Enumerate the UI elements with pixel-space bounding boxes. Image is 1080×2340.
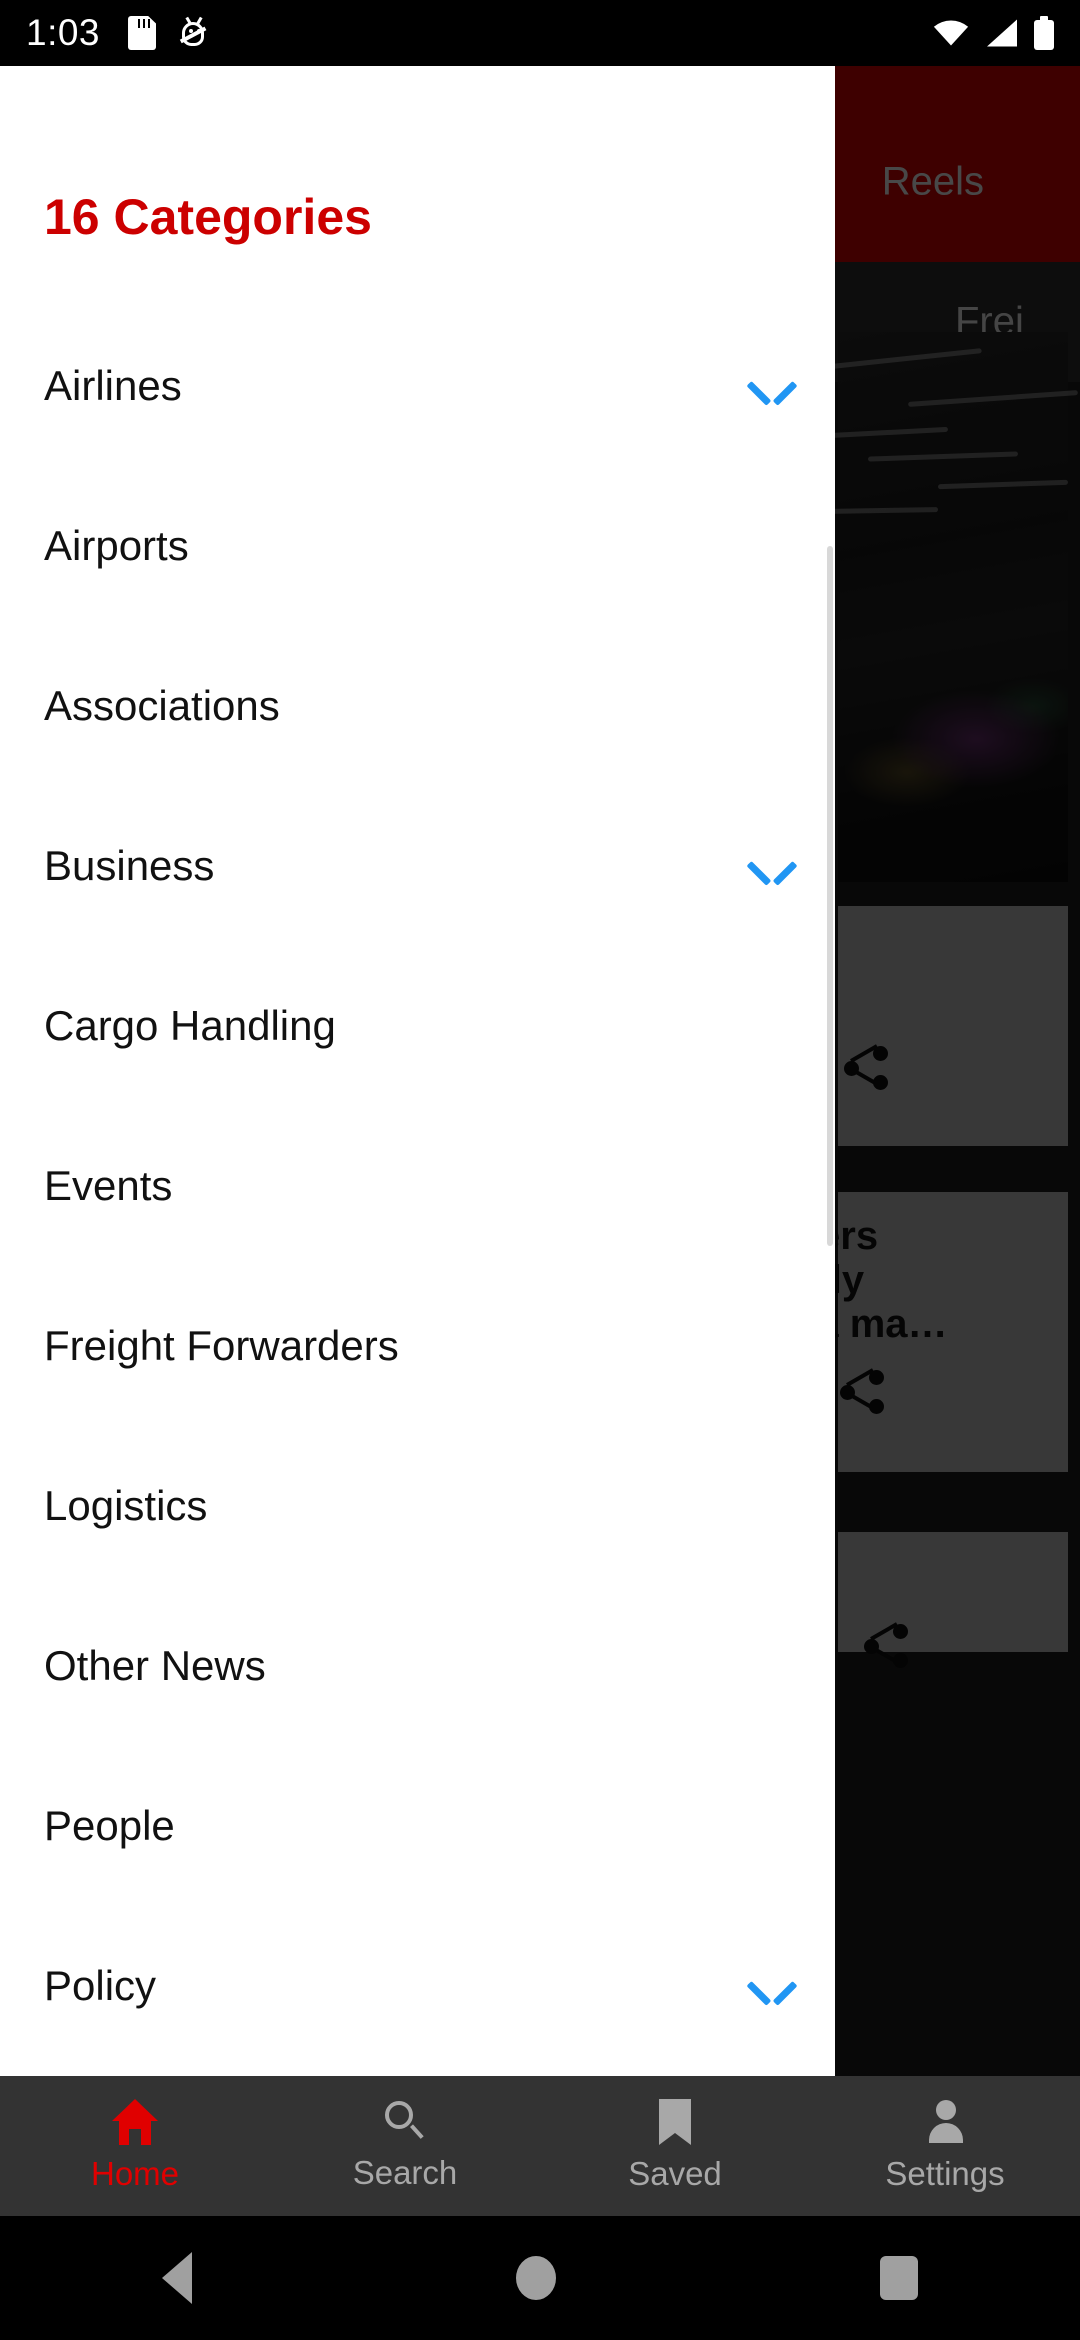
nav-item-search[interactable]: Search — [270, 2076, 540, 2216]
category-label: People — [44, 1802, 175, 1849]
category-label: Airlines — [44, 362, 182, 409]
category-item[interactable]: Business — [0, 786, 835, 946]
category-label: Freight Forwarders — [44, 1322, 399, 1369]
status-bar-right-icons — [932, 16, 1054, 50]
nav-label-home: Home — [90, 2155, 180, 2192]
bottom-navigation: Home Search Saved Settings — [0, 2076, 1080, 2216]
category-item[interactable]: Airlines — [0, 306, 835, 466]
category-label: Events — [44, 1162, 173, 1209]
home-icon — [112, 2099, 158, 2145]
wifi-icon — [933, 20, 969, 46]
category-label: Logistics — [44, 1482, 208, 1529]
nav-item-settings[interactable]: Settings — [810, 2076, 1080, 2216]
category-label: Policy — [44, 1962, 157, 2009]
category-label: Cargo Handling — [44, 1002, 336, 1049]
status-bar-clock: 1:03 — [26, 12, 101, 53]
category-item[interactable]: Other News — [0, 1586, 835, 1746]
chevron-down-icon[interactable] — [746, 371, 798, 406]
status-bar: 1:03 — [0, 0, 1080, 66]
category-item[interactable]: Freight Forwarders — [0, 1266, 835, 1426]
navigation-drawer: 16 Categories Airlines Airports Associatio… — [0, 66, 835, 2076]
chevron-down-icon[interactable] — [746, 1971, 798, 2006]
category-item[interactable]: Logistics — [0, 1426, 835, 1586]
nav-label-search: Search — [352, 2154, 458, 2191]
category-label: Associations — [44, 682, 280, 729]
category-item[interactable]: Airports — [0, 466, 835, 626]
drawer-title: 16 Categories — [44, 189, 372, 245]
drawer-scrollbar[interactable] — [827, 546, 833, 1246]
android-debug-bug-icon — [178, 16, 208, 49]
nav-item-home[interactable]: Home — [0, 2076, 270, 2216]
bookmark-icon — [659, 2099, 691, 2145]
person-icon — [923, 2099, 967, 2145]
category-label: Airports — [44, 522, 189, 569]
back-button[interactable] — [162, 2252, 192, 2304]
category-item[interactable]: People — [0, 1746, 835, 1906]
android-navigation-bar — [0, 2216, 1080, 2340]
category-item[interactable]: Cargo Handling — [0, 946, 835, 1106]
category-item[interactable]: Systems — [0, 2066, 835, 2076]
category-item[interactable]: Policy — [0, 1906, 835, 2066]
sd-card-icon — [128, 16, 156, 50]
phone-screen: Reels ess Frei Day by ns of — [0, 0, 1080, 2340]
category-label: Other News — [44, 1642, 266, 1689]
nav-item-saved[interactable]: Saved — [540, 2076, 810, 2216]
chevron-down-icon[interactable] — [746, 851, 798, 886]
nav-label-saved: Saved — [628, 2155, 722, 2192]
category-label: Business — [44, 842, 215, 889]
home-button[interactable] — [516, 2256, 556, 2300]
cellular-signal-icon — [987, 19, 1017, 47]
category-item[interactable]: Events — [0, 1106, 835, 1266]
category-item[interactable]: Associations — [0, 626, 835, 786]
search-icon — [383, 2100, 427, 2144]
battery-icon — [1034, 16, 1054, 50]
nav-label-settings: Settings — [885, 2155, 1005, 2192]
status-bar-left-icons — [128, 16, 208, 50]
category-list: Airlines Airports Associations Business Carg… — [0, 306, 835, 2076]
recents-button[interactable] — [880, 2256, 918, 2300]
